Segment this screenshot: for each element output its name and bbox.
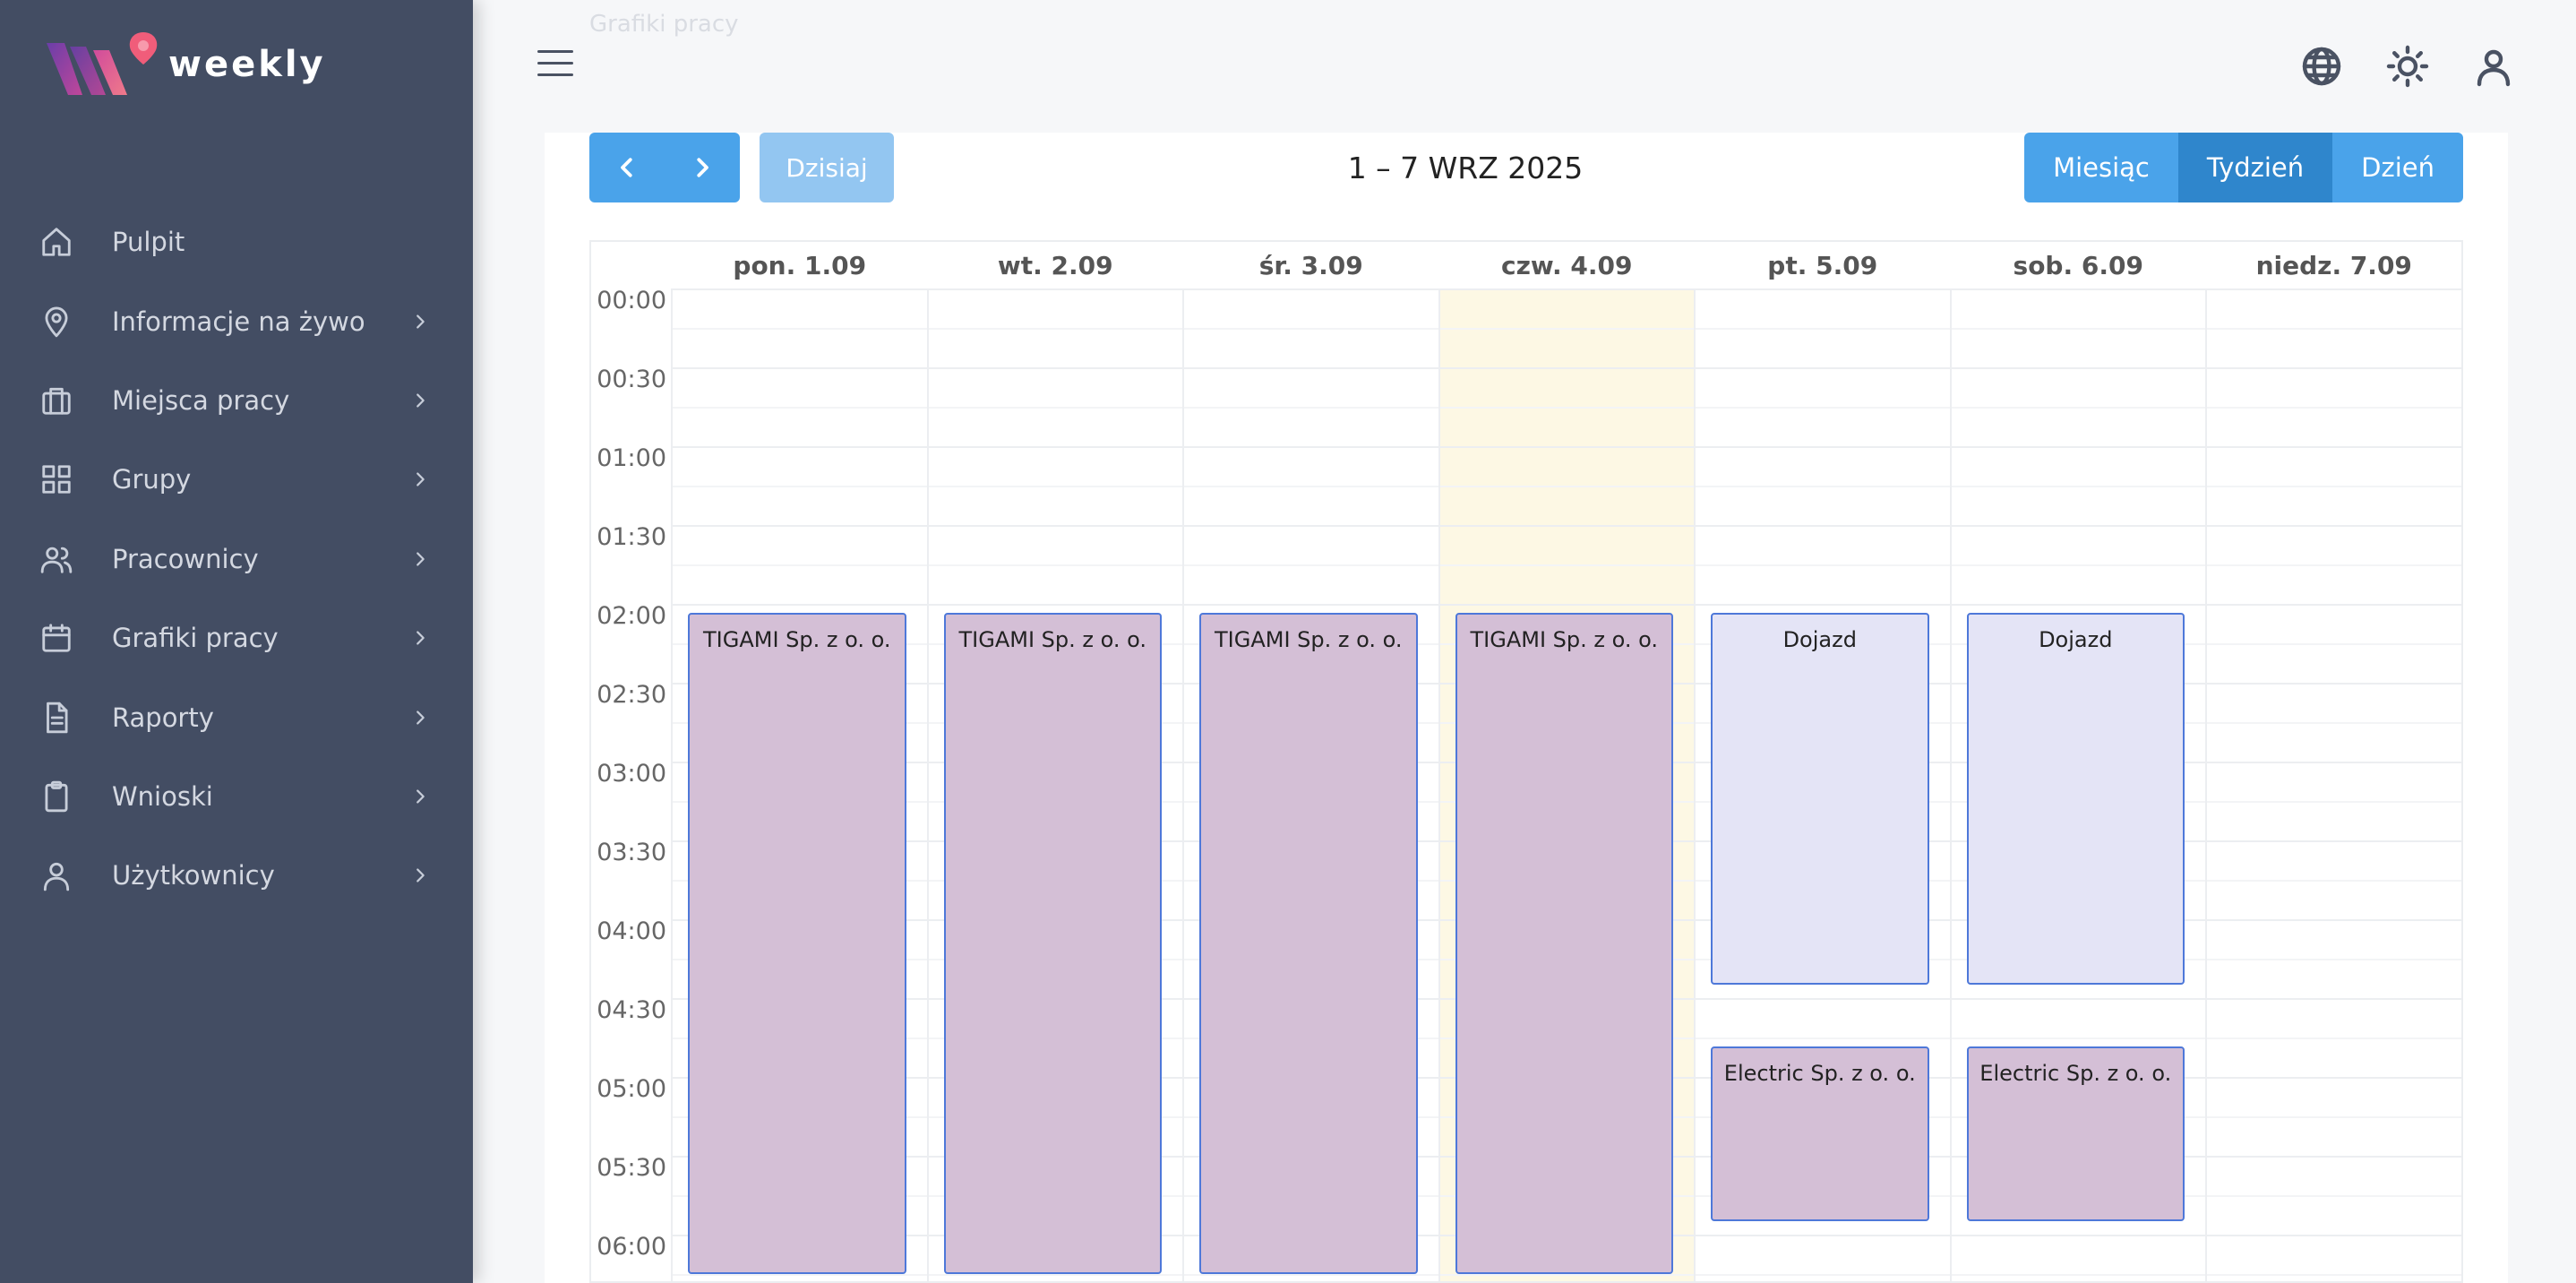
grid-column-line	[2460, 288, 2461, 1281]
sidebar-item-pulpit[interactable]: Pulpit	[0, 202, 473, 281]
week-calendar-grid: pon. 1.09 wt. 2.09 śr. 3.09 czw. 4.09 pt. 5.…	[589, 240, 2463, 1283]
menu-toggle-button[interactable]	[537, 50, 573, 82]
chevron-right-icon	[410, 391, 430, 410]
app-logo[interactable]: weekly	[43, 27, 326, 102]
grid-row-line	[672, 525, 2461, 527]
day-header[interactable]: pon. 1.09	[672, 242, 928, 288]
time-slot-label: 01:30	[597, 523, 666, 551]
sidebar-item-label: Pulpit	[112, 227, 185, 258]
sidebar-nav: Pulpit Informacje na żywo Miejsca pracy …	[0, 202, 473, 916]
user-profile-icon[interactable]	[2472, 45, 2515, 88]
chevron-right-icon	[410, 787, 430, 806]
home-icon	[39, 225, 73, 259]
grid-column-line	[1949, 288, 1952, 1281]
theme-sun-icon[interactable]	[2386, 45, 2429, 88]
location-pin-icon	[39, 305, 73, 339]
grid-row-line	[672, 1274, 2461, 1276]
time-slot-label: 03:00	[597, 760, 666, 788]
calendar-icon	[39, 621, 73, 655]
sidebar-item-label: Raporty	[112, 702, 214, 733]
briefcase-icon	[39, 383, 73, 418]
sidebar-item-miejsca-pracy[interactable]: Miejsca pracy	[0, 361, 473, 440]
day-header[interactable]: śr. 3.09	[1183, 242, 1439, 288]
sidebar-item-label: Pracownicy	[112, 543, 259, 574]
time-slot-label: 05:30	[597, 1154, 666, 1182]
app-name: weekly	[168, 44, 326, 85]
grid-column-line	[926, 288, 929, 1281]
grid-row-line	[672, 604, 2461, 606]
sidebar-item-raporty[interactable]: Raporty	[0, 677, 473, 756]
grid-icon	[39, 462, 73, 496]
day-header[interactable]: niedz. 7.09	[2206, 242, 2461, 288]
grid-row-line	[672, 446, 2461, 448]
grid-column-line	[1438, 288, 1440, 1281]
time-slot-label: 03:30	[597, 839, 666, 866]
grid-row-line	[672, 407, 2461, 409]
day-header[interactable]: wt. 2.09	[928, 242, 1184, 288]
chevron-right-icon	[410, 865, 430, 885]
sidebar-item-grupy[interactable]: Grupy	[0, 440, 473, 519]
grid-row-line	[672, 367, 2461, 369]
calendar-event[interactable]: Electric Sp. z o. o.	[1966, 1046, 2185, 1222]
sidebar-item-label: Grafiki pracy	[112, 623, 279, 654]
sidebar-item-uzytkownicy[interactable]: Użytkownicy	[0, 836, 473, 915]
time-slot-label: 00:30	[597, 366, 666, 393]
time-slot-label: 01:00	[597, 444, 666, 472]
header-faded-text: Grafiki pracy	[589, 11, 739, 38]
sidebar-item-grafiki-pracy[interactable]: Grafiki pracy	[0, 598, 473, 677]
time-slot-label: 02:30	[597, 681, 666, 709]
calendar-event[interactable]: TIGAMI Sp. z o. o.	[1199, 613, 1418, 1274]
grid-row-line	[672, 328, 2461, 330]
time-slot-label: 05:00	[597, 1075, 666, 1103]
sidebar-item-label: Informacje na żywo	[112, 306, 365, 337]
day-header[interactable]: czw. 4.09	[1439, 242, 1696, 288]
time-slot-label: 04:30	[597, 996, 666, 1024]
sidebar: weekly Pulpit Informacje na żywo Miejsca…	[0, 0, 473, 1283]
view-switcher: Miesiąc Tydzień Dzień	[2024, 133, 2463, 202]
sidebar-item-label: Miejsca pracy	[112, 384, 290, 416]
grid-row-line	[672, 486, 2461, 487]
user-icon	[39, 858, 73, 892]
day-header[interactable]: sob. 6.09	[1951, 242, 2207, 288]
calendar-event[interactable]: TIGAMI Sp. z o. o.	[688, 613, 906, 1274]
grid-column-line	[1694, 288, 1696, 1281]
time-slot-label: 02:00	[597, 602, 666, 630]
grid-column-line	[671, 288, 673, 1281]
grid-column-line	[1182, 288, 1184, 1281]
chevron-right-icon	[410, 469, 430, 489]
grid-row-line	[672, 564, 2461, 566]
view-day-button[interactable]: Dzień	[2332, 133, 2463, 202]
calendar-event[interactable]: Electric Sp. z o. o.	[1711, 1046, 1929, 1222]
sidebar-item-informacje-na-zywo[interactable]: Informacje na żywo	[0, 281, 473, 360]
calendar-event[interactable]: Dojazd	[1966, 613, 2185, 986]
top-bar: Grafiki pracy	[473, 0, 2576, 133]
sidebar-item-pracownicy[interactable]: Pracownicy	[0, 520, 473, 598]
users-icon	[39, 542, 73, 576]
time-slot-label: 00:00	[597, 287, 666, 314]
calendar-event[interactable]: TIGAMI Sp. z o. o.	[1455, 613, 1673, 1274]
sidebar-item-wnioski[interactable]: Wnioski	[0, 757, 473, 836]
clipboard-icon	[39, 779, 73, 814]
chevron-right-icon	[410, 549, 430, 569]
chevron-right-icon	[410, 628, 430, 648]
grid-row-line	[672, 288, 2461, 290]
sidebar-item-label: Grupy	[112, 464, 192, 495]
grid-column-line	[2205, 288, 2207, 1281]
weekly-logo-icon	[47, 32, 158, 95]
chevron-right-icon	[410, 312, 430, 332]
time-slot-label: 06:00	[597, 1233, 666, 1261]
day-header[interactable]: pt. 5.09	[1695, 242, 1951, 288]
view-month-button[interactable]: Miesiąc	[2024, 133, 2178, 202]
calendar-event[interactable]: Dojazd	[1711, 613, 1929, 986]
document-icon	[39, 701, 73, 735]
sidebar-item-label: Użytkownicy	[112, 860, 275, 891]
sidebar-item-label: Wnioski	[112, 780, 213, 812]
language-globe-icon[interactable]	[2300, 45, 2343, 88]
calendar-card: Dzisiaj 1 – 7 WRZ 2025 Miesiąc Tydzień D…	[545, 133, 2508, 1283]
calendar-event[interactable]: TIGAMI Sp. z o. o.	[943, 613, 1162, 1274]
time-slot-label: 04:00	[597, 917, 666, 945]
chevron-right-icon	[410, 708, 430, 728]
view-week-button[interactable]: Tydzień	[2177, 133, 2333, 202]
